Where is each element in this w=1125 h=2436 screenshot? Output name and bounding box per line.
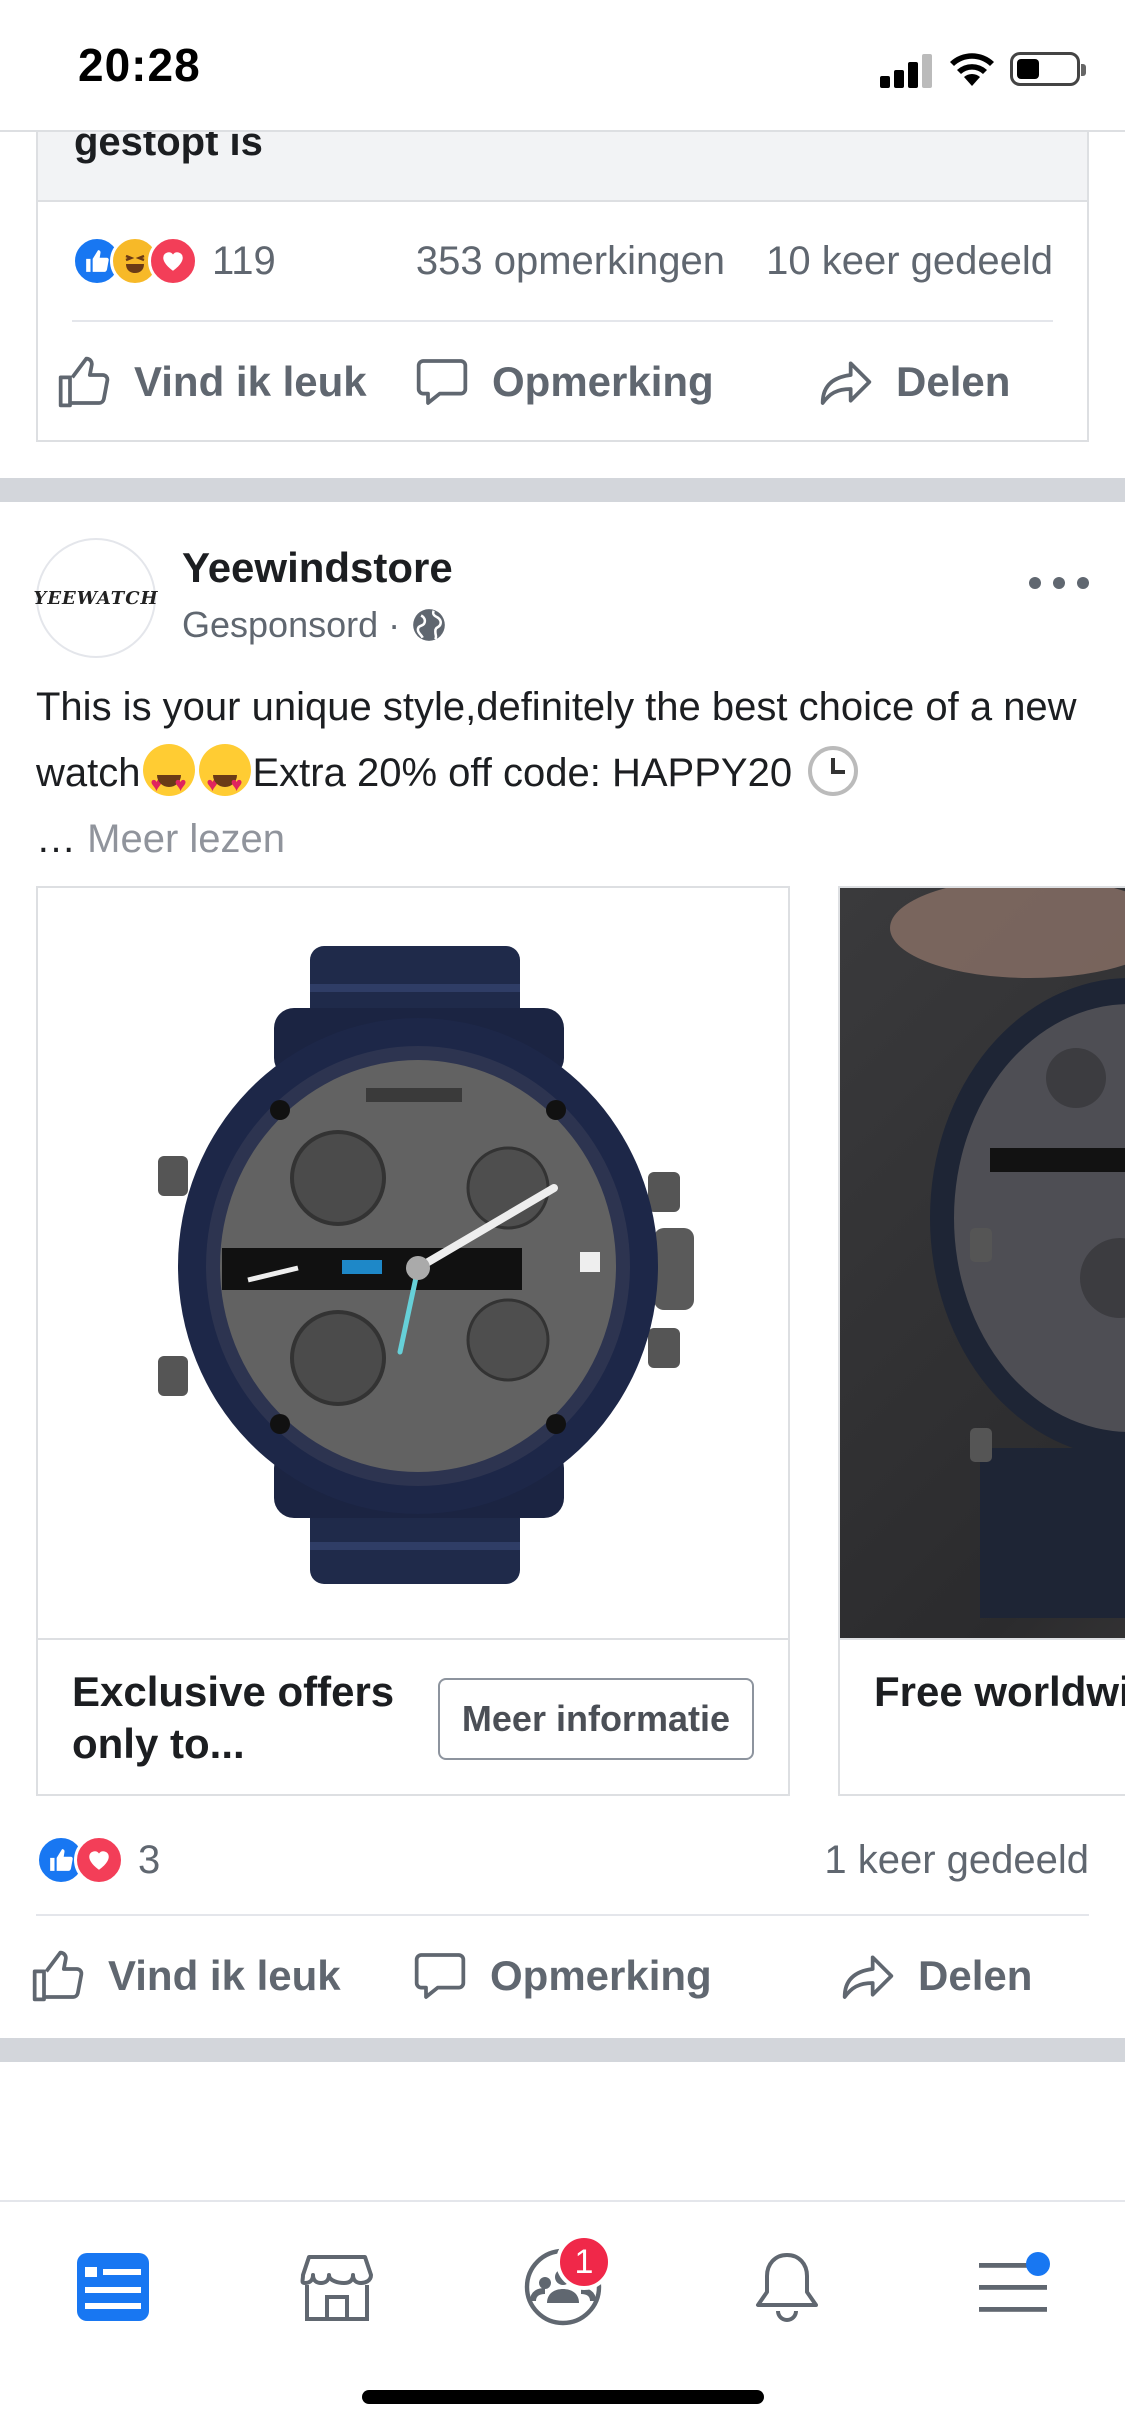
status-time: 20:28	[78, 39, 201, 91]
comment-label: Opmerking	[492, 358, 714, 405]
previous-post-text: gestopt is	[74, 132, 263, 164]
love-icon	[148, 236, 198, 286]
home-indicator[interactable]	[362, 2390, 764, 2404]
reaction-icons	[72, 236, 198, 286]
previous-post-reactions[interactable]: 119 353 opmerkingen 10 keer gedeeld	[72, 202, 1053, 322]
previous-post: gestopt is 119 353 opmerkingen 10 keer g…	[36, 132, 1089, 442]
thumbs-up-icon	[58, 356, 110, 408]
like-label: Vind ik leuk	[134, 358, 367, 405]
share-button[interactable]: Delen	[818, 354, 1010, 410]
page-avatar[interactable]: YEEWATCH	[33, 538, 158, 658]
comment-icon	[416, 359, 468, 405]
carousel-card[interactable]: Free worldwide shipping	[838, 886, 1125, 1796]
like-button[interactable]: Vind ik leuk	[56, 354, 367, 410]
status-bar: 20:28	[0, 0, 1125, 132]
watch-product-image[interactable]	[38, 888, 788, 1640]
ad-carousel[interactable]: Exclusive offers only to... Meer informa…	[36, 886, 1125, 1796]
like-label: Vind ik leuk	[108, 1952, 341, 1999]
watch-lifestyle-image[interactable]	[840, 888, 1125, 1640]
share-label: Delen	[918, 1952, 1033, 1999]
more-info-button[interactable]: Meer informatie	[437, 1678, 754, 1760]
shares-count[interactable]: 1 keer gedeeld	[824, 1838, 1089, 1882]
marketplace-icon	[300, 2255, 373, 2321]
tab-menu[interactable]	[958, 2232, 1068, 2342]
share-icon	[842, 1955, 894, 1999]
battery-icon	[1010, 52, 1086, 86]
post-text-2: Extra 20% off code: HAPPY20	[252, 751, 793, 795]
post-meta: Gesponsord ·	[182, 604, 448, 646]
share-label: Delen	[896, 358, 1011, 405]
share-icon	[820, 361, 872, 405]
sponsored-label[interactable]: Gesponsord	[182, 604, 378, 646]
post-header: YEEWATCH Yeewindstore Gesponsord ·	[33, 538, 1089, 668]
comment-icon	[414, 1953, 466, 1999]
card-caption: Exclusive offers only to...	[72, 1668, 395, 1767]
groups-badge: 1	[556, 2234, 612, 2290]
feed-separator	[0, 2038, 1125, 2062]
previous-post-text-area: gestopt is	[38, 132, 1087, 202]
like-button[interactable]: Vind ik leuk	[30, 1948, 341, 2004]
love-icon	[74, 1835, 124, 1885]
feed-separator	[0, 478, 1125, 502]
comment-button[interactable]: Opmerking	[414, 354, 714, 410]
post-body: This is your unique style,definitely the…	[36, 674, 1096, 872]
share-button[interactable]: Delen	[840, 1948, 1032, 2004]
post-actions: Vind ik leuk Opmerking Delen	[0, 1918, 1125, 2038]
comments-count[interactable]: 353 opmerkingen	[416, 239, 725, 283]
reaction-count: 3	[138, 1837, 161, 1882]
heart-eyes-emoji-icon	[198, 744, 251, 818]
carousel-card[interactable]: Exclusive offers only to... Meer informa…	[36, 886, 790, 1796]
heart-eyes-emoji-icon	[142, 744, 195, 818]
bell-icon	[756, 2253, 818, 2322]
thumbs-up-icon	[32, 1950, 84, 2002]
more-options-icon[interactable]	[1029, 568, 1089, 598]
tab-news-feed[interactable]	[58, 2232, 168, 2342]
tab-groups[interactable]: 1	[508, 2232, 618, 2342]
card-caption: Free worldwide shipping	[874, 1668, 1125, 1715]
read-more-link[interactable]: Meer lezen	[87, 817, 285, 861]
tab-notifications[interactable]	[732, 2232, 842, 2342]
shares-count[interactable]: 10 keer gedeeld	[766, 239, 1053, 283]
comment-button[interactable]: Opmerking	[412, 1948, 712, 2004]
reaction-count: 119	[212, 238, 276, 283]
tab-marketplace[interactable]	[282, 2232, 392, 2342]
news-feed-icon	[77, 2253, 149, 2321]
clock-emoji-icon	[808, 746, 859, 796]
reaction-icons	[36, 1835, 124, 1885]
previous-post-actions: Vind ik leuk Opmerking Delen	[38, 324, 1087, 444]
wifi-icon	[950, 53, 994, 86]
menu-notification-dot	[1026, 2252, 1050, 2276]
signal-icon	[880, 52, 934, 88]
post-reactions[interactable]: 3 1 keer gedeeld	[36, 1806, 1089, 1916]
comment-label: Opmerking	[490, 1952, 712, 1999]
globe-icon	[413, 609, 445, 641]
page-name[interactable]: Yeewindstore	[182, 544, 453, 592]
